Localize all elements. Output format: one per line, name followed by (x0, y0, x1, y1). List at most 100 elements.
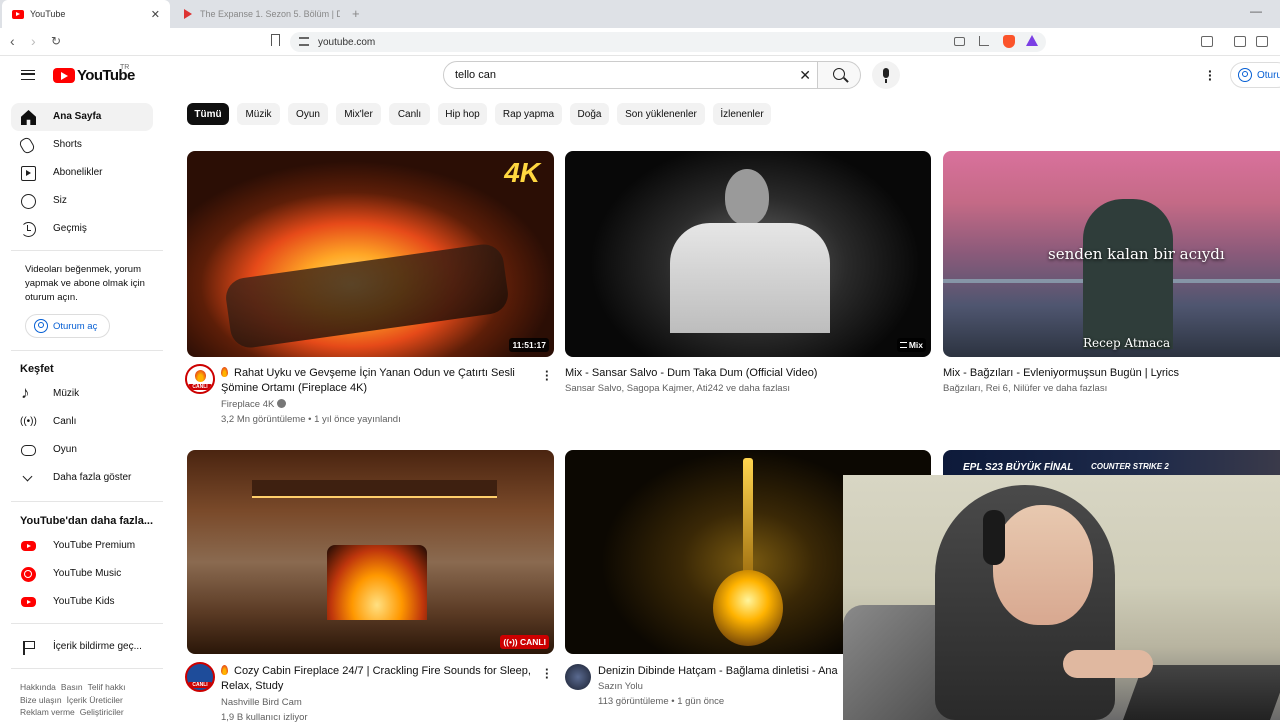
video-title[interactable]: Mix - Bağzıları - Evleniyormuşsun Bugün … (943, 366, 1273, 381)
video-thumbnail-cozy-cabin[interactable]: ((•)) CANLI (187, 450, 554, 654)
video-title-text: Cozy Cabin Fireplace 24/7 | Crackling Fi… (221, 665, 531, 692)
sidebar-item-label: İçerik bildirme geç... (53, 641, 142, 652)
footer-link-advertise[interactable]: Reklam verme (20, 707, 75, 717)
video-thumbnail-sansar-salvo[interactable]: Mix (565, 151, 931, 357)
signin-button[interactable]: Oturum aç (1230, 62, 1280, 88)
search-button[interactable] (817, 61, 861, 89)
sidebar-item-live[interactable]: ((•)) Canlı (11, 408, 153, 436)
sidebar-item-youtube-premium[interactable]: YouTube Premium (11, 532, 153, 560)
subscriptions-icon (21, 166, 36, 181)
browser-tab-expanse[interactable]: The Expanse 1. Sezon 5. Bölüm | Dizi (174, 0, 352, 28)
chip-music[interactable]: Müzik (237, 103, 280, 125)
footer-links: Hakkında Basın Telif hakkı Bize ulaşın İçer… (20, 681, 160, 719)
chip-rap[interactable]: Rap yapma (495, 103, 562, 125)
channel-name[interactable]: Sazın Yolu (598, 679, 643, 694)
video-thumbnail-bagzilari[interactable]: senden kalan bir acıydı Recep Atmaca (943, 151, 1280, 357)
youtube-logo[interactable]: YouTube TR (53, 64, 135, 84)
new-tab-icon[interactable]: + (352, 6, 360, 21)
extensions-icon[interactable] (1201, 36, 1213, 47)
chip-recently-uploaded[interactable]: Son yüklenenler (617, 103, 705, 125)
sidebar-item-home[interactable]: Ana Sayfa (11, 103, 153, 131)
footer-link-about[interactable]: Hakkında (20, 682, 56, 692)
lyrics-overlay: senden kalan bir acıydı (1048, 245, 1225, 263)
video-title[interactable]: Mix - Sansar Salvo - Dum Taka Dum (Offic… (565, 366, 895, 381)
video-title[interactable]: Cozy Cabin Fireplace 24/7 | Crackling Fi… (221, 664, 541, 694)
explore-heading: Keşfet (20, 363, 54, 375)
search-input[interactable]: tello can ✕ (443, 61, 818, 89)
footer-link-contact[interactable]: Bize ulaşın (20, 695, 62, 705)
couple-graphic (1083, 199, 1173, 349)
channel-name[interactable]: Sansar Salvo, Sagopa Kajmer, Ati242 ve d… (565, 381, 790, 396)
fire-graphic (327, 545, 427, 620)
settings-kebab-icon[interactable]: · · · (1208, 64, 1213, 86)
sidebar-item-you[interactable]: Siz (11, 187, 153, 215)
footer-link-copyright[interactable]: Telif hakkı (88, 682, 126, 692)
bookmark-icon[interactable] (271, 34, 280, 46)
video-thumbnail-fireplace-4k[interactable]: 4K 11:51:17 (187, 151, 554, 357)
channel-avatar[interactable]: CANLI (185, 364, 215, 394)
mantel-graphic (252, 480, 497, 498)
chip-nature[interactable]: Doğa (570, 103, 609, 125)
cast-icon[interactable] (954, 37, 965, 46)
tab-title: YouTube (30, 9, 66, 19)
duration-badge: 11:51:17 (509, 338, 549, 352)
channel-avatar[interactable] (565, 664, 591, 690)
forward-icon[interactable]: › (31, 33, 36, 49)
tab-close-icon[interactable]: ✕ (151, 8, 160, 21)
fire-icon (221, 665, 228, 675)
saz-neck-graphic (743, 458, 753, 578)
footer-link-developers[interactable]: Geliştiriciler (80, 707, 124, 717)
sidebar-item-report-history[interactable]: İçerik bildirme geç... (11, 633, 153, 661)
video-menu-icon[interactable]: · · · (545, 365, 549, 386)
brave-shield-icon[interactable] (1003, 35, 1015, 48)
reload-icon[interactable]: ↻ (51, 34, 61, 48)
channel-name[interactable]: Nashville Bird Cam (221, 695, 302, 710)
wallet-icon[interactable] (1256, 36, 1268, 47)
divider (11, 250, 163, 251)
video-title[interactable]: Rahat Uyku ve Gevşeme İçin Yanan Odun ve… (221, 366, 531, 396)
chip-gaming[interactable]: Oyun (288, 103, 328, 125)
url-field[interactable]: youtube.com (290, 32, 1046, 52)
channel-avatar[interactable]: CANLI (185, 662, 215, 692)
footer-link-press[interactable]: Basın (61, 682, 83, 692)
sidebar-toggle-icon[interactable] (1234, 36, 1246, 47)
signin-label: Oturum aç (53, 320, 98, 332)
sidebar-signin-button[interactable]: Oturum aç (25, 314, 110, 338)
minimize-icon[interactable]: — (1250, 4, 1262, 18)
share-icon[interactable] (979, 36, 989, 46)
sidebar-item-history[interactable]: Geçmiş (11, 215, 153, 243)
footer-link-creators[interactable]: İçerik Üreticiler (67, 695, 123, 705)
headphones-graphic (983, 510, 1005, 565)
mix-badge-label: Mix (908, 340, 923, 350)
voice-search-icon[interactable] (872, 61, 900, 89)
chip-mixes[interactable]: Mix'ler (336, 103, 381, 125)
sidebar-item-show-more[interactable]: Daha fazla göster (11, 464, 153, 492)
sidebar-item-label: Abonelikler (53, 167, 103, 178)
sidebar-item-subscriptions[interactable]: Abonelikler (11, 159, 153, 187)
tab-title: The Expanse 1. Sezon 5. Bölüm | Dizi (200, 9, 340, 19)
back-icon[interactable]: ‹ (10, 33, 15, 49)
video-stats: 1,9 B kullanıcı izliyor (221, 712, 308, 723)
sidebar-item-gaming[interactable]: Oyun (11, 436, 153, 464)
play-favicon-icon (184, 9, 192, 19)
sidebar-item-label: YouTube Music (53, 568, 122, 579)
sidebar-item-youtube-music[interactable]: YouTube Music (11, 560, 153, 588)
search-value: tello can (455, 69, 496, 81)
chip-live[interactable]: Canlı (389, 103, 430, 125)
video-menu-icon[interactable]: · · · (545, 663, 549, 684)
site-settings-icon[interactable] (299, 37, 309, 46)
video-title[interactable]: Denizin Dibinde Hatçam - Bağlama dinleti… (598, 664, 843, 679)
browser-tab-youtube[interactable]: YouTube ✕ (2, 0, 170, 28)
channel-name[interactable]: Bağzıları, Rei 6, Nilüfer ve daha fazlas… (943, 381, 1107, 396)
menu-icon[interactable] (21, 70, 35, 80)
chip-watched[interactable]: İzlenenler (713, 103, 771, 125)
sidebar-item-music[interactable]: Müzik (11, 380, 153, 408)
chip-all[interactable]: Tümü (187, 103, 229, 125)
sidebar-item-shorts[interactable]: Shorts (11, 131, 153, 159)
channel-name[interactable]: Fireplace 4K (221, 397, 286, 412)
chip-hip-hop[interactable]: Hip hop (438, 103, 487, 125)
sidebar-item-youtube-kids[interactable]: YouTube Kids (11, 588, 153, 616)
sidebar-item-label: Oyun (53, 444, 77, 455)
clear-search-icon[interactable]: ✕ (799, 67, 811, 84)
brave-rewards-icon[interactable] (1026, 35, 1038, 46)
